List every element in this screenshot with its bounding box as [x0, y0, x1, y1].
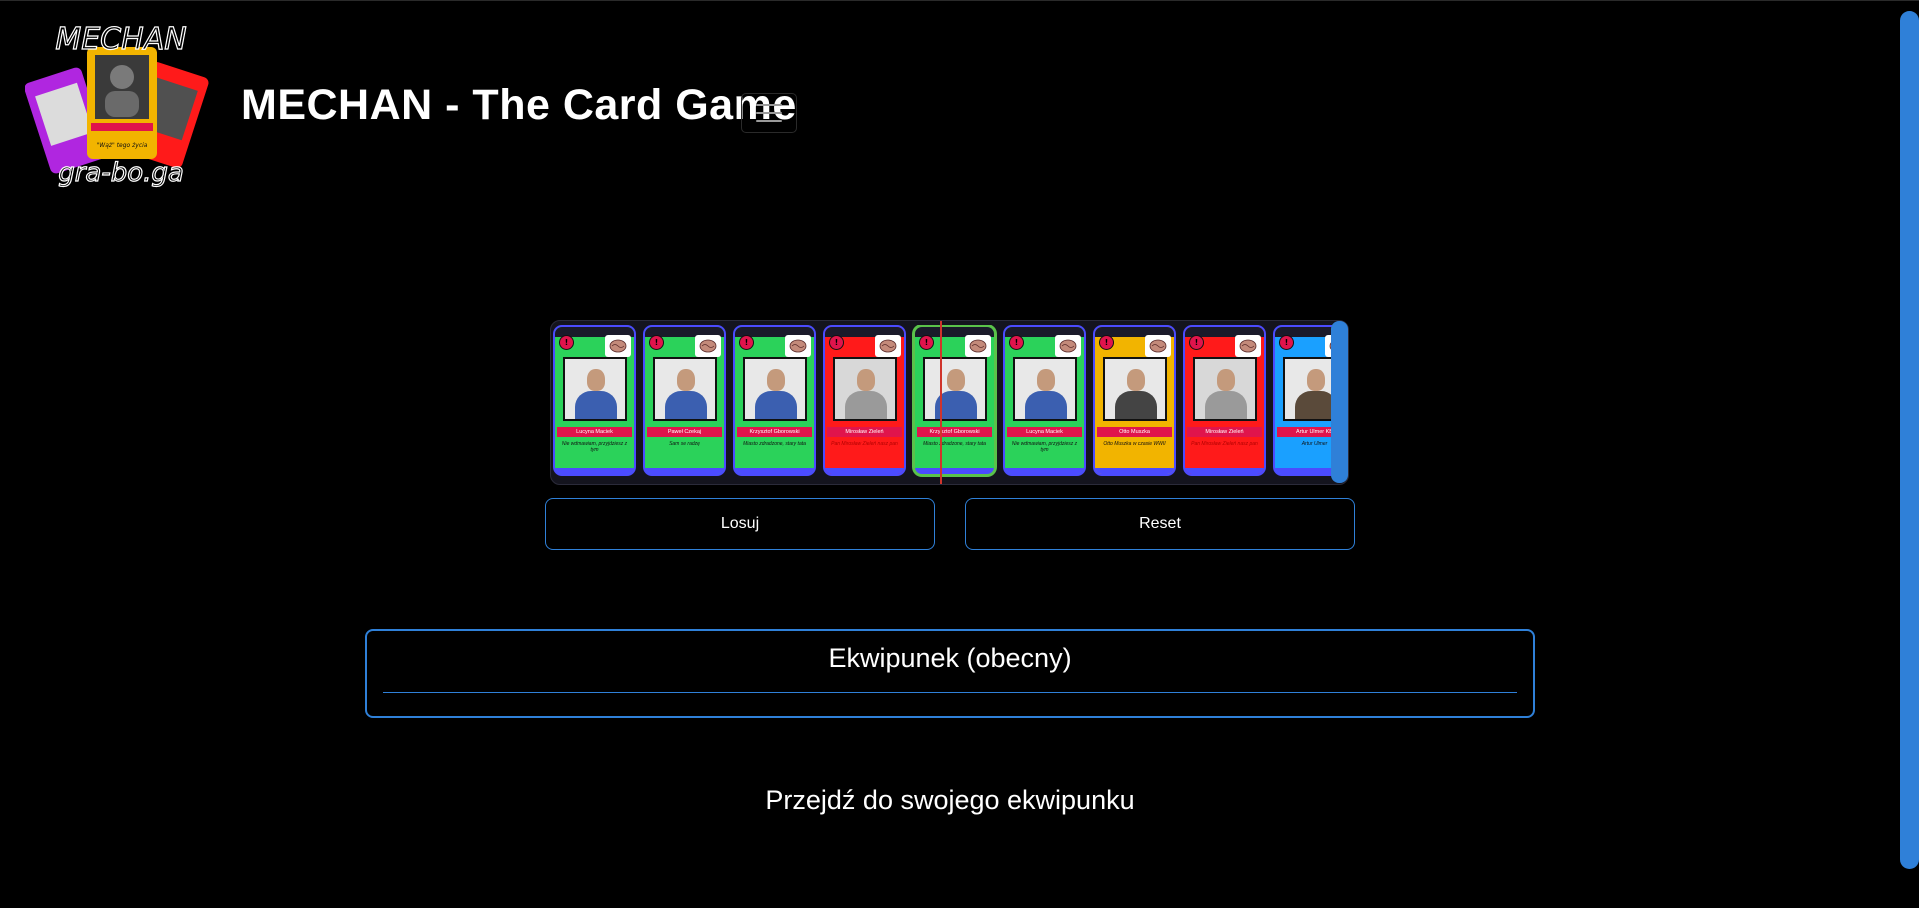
card: ! Krzysztof Gborowski Miasto zdradzone, st…: [913, 325, 996, 476]
card-rarity-badge: !: [1279, 335, 1294, 350]
inventory-divider: [383, 692, 1517, 693]
brain-icon: [605, 335, 631, 357]
card-quote: Sam se radzę: [669, 441, 700, 447]
site-title: MECHAN - The Card Game: [241, 81, 797, 129]
card-strip: ! Lucyna Maciek Nie wdmawiam, przyjdziesz …: [551, 325, 1333, 480]
card-bottom-band: [735, 468, 814, 474]
card-rarity-badge: !: [1099, 335, 1114, 350]
card-bottom-band: [645, 468, 724, 474]
brain-icon: [1235, 335, 1261, 357]
hamburger-icon-line: [756, 112, 782, 114]
card-name: Otto Muszka: [1097, 427, 1172, 437]
card-portrait: [1103, 357, 1167, 421]
inventory-panel: Ekwipunek (obecny): [365, 629, 1535, 718]
brain-icon: [1145, 335, 1171, 357]
card: ! Mirosław Zieleń Pan Mirosław Zieleń nasz…: [823, 325, 906, 476]
card-portrait: [1283, 357, 1333, 421]
card-bottom-band: [1005, 468, 1084, 474]
card: ! Mirosław Zieleń Pan Mirosław Zieleń nasz…: [1183, 325, 1266, 476]
card-rarity-badge: !: [649, 335, 664, 350]
card-portrait: [653, 357, 717, 421]
card-bottom-band: [555, 468, 634, 474]
card-bottom-band: [915, 468, 994, 474]
hamburger-icon-line: [756, 120, 782, 122]
card-portrait: [1013, 357, 1077, 421]
card: ! Lucyna Maciek Nie wdmawiam, przyjdziesz …: [1003, 325, 1086, 476]
card: ! Krzysztof Gborowski Miasto zdradzone, st…: [733, 325, 816, 476]
svg-text:"Wąż" tego życia: "Wąż" tego życia: [97, 142, 148, 149]
card-rarity-badge: !: [829, 335, 844, 350]
card: ! Lucyna Maciek Nie wdmawiam, przyjdziesz …: [553, 325, 636, 476]
card-quote: Miasto zdradzone, stary tata: [923, 441, 986, 447]
selection-pointer-line: [940, 321, 942, 484]
brain-icon: [965, 335, 991, 357]
reset-button[interactable]: Reset: [965, 498, 1355, 550]
card-rarity-badge: !: [919, 335, 934, 350]
card-name: Lucyna Maciek: [1007, 427, 1082, 437]
card-quote: Miasto zdradzone, stary tata: [743, 441, 806, 447]
card-bottom-band: [1275, 468, 1333, 474]
card-portrait: [1193, 357, 1257, 421]
logo-image: "Wąż" tego życia MECHAN gra-bo.ga: [24, 21, 209, 189]
card-rarity-badge: !: [1189, 335, 1204, 350]
go-to-inventory-link[interactable]: Przejdź do swojego ekwipunku: [0, 785, 1900, 816]
logo-domain: gra-bo.ga: [58, 158, 184, 188]
card-name: Mirosław Zieleń: [1187, 427, 1262, 437]
draw-button[interactable]: Losuj: [545, 498, 935, 550]
card-rarity-badge: !: [739, 335, 754, 350]
card-rarity-badge: !: [1009, 335, 1024, 350]
card-quote: Otto Muszka w czasie WWII: [1103, 441, 1166, 447]
site-logo[interactable]: "Wąż" tego życia MECHAN gra-bo.ga: [24, 19, 215, 194]
card-portrait: [563, 357, 627, 421]
card-portrait: [743, 357, 807, 421]
inventory-title: Ekwipunek (obecny): [828, 643, 1072, 673]
card: ! Paweł Czekaj Sam se radzę: [643, 325, 726, 476]
brain-icon: [1055, 335, 1081, 357]
logo-wordmark: MECHAN: [55, 22, 186, 57]
card-quote: Nie wdmawiam, przyjdziesz z tym: [1011, 441, 1078, 453]
page: "Wąż" tego życia MECHAN gra-bo.ga MECHAN…: [0, 0, 1919, 908]
card-quote: Pan Mirosław Zieleń nasz pan: [831, 441, 898, 447]
card-quote: Nie wdmawiam, przyjdziesz z tym: [561, 441, 628, 453]
card-roller: ! Lucyna Maciek Nie wdmawiam, przyjdziesz …: [550, 320, 1349, 485]
card-quote: Pan Mirosław Zieleń nasz pan: [1191, 441, 1258, 447]
page-scrollbar-thumb[interactable]: [1900, 11, 1919, 869]
card-portrait: [833, 357, 897, 421]
card: ! Otto Muszka Otto Muszka w czasie WWII: [1093, 325, 1176, 476]
card-name: Lucyna Maciek: [557, 427, 632, 437]
card-name: Artur Ulmer KB: [1277, 427, 1333, 437]
brain-icon: [785, 335, 811, 357]
menu-toggle-button[interactable]: [741, 93, 797, 133]
card-name: Paweł Czekaj: [647, 427, 722, 437]
card-name: Krzysztof Gborowski: [917, 427, 992, 437]
brain-icon: [695, 335, 721, 357]
card-rarity-badge: !: [559, 335, 574, 350]
card-portrait: [923, 357, 987, 421]
card-bottom-band: [1185, 468, 1264, 474]
roller-scrollbar[interactable]: [1331, 321, 1348, 483]
brain-icon: [875, 335, 901, 357]
card-bottom-band: [1095, 468, 1174, 474]
card-name: Mirosław Zieleń: [827, 427, 902, 437]
card: ! Artur Ulmer KB Artur Ulmer: [1273, 325, 1333, 476]
card-quote: Artur Ulmer: [1301, 441, 1328, 447]
page-scrollbar[interactable]: [1900, 1, 1919, 908]
hamburger-icon: [756, 104, 782, 106]
card-name: Krzysztof Gborowski: [737, 427, 812, 437]
card-bottom-band: [825, 468, 904, 474]
